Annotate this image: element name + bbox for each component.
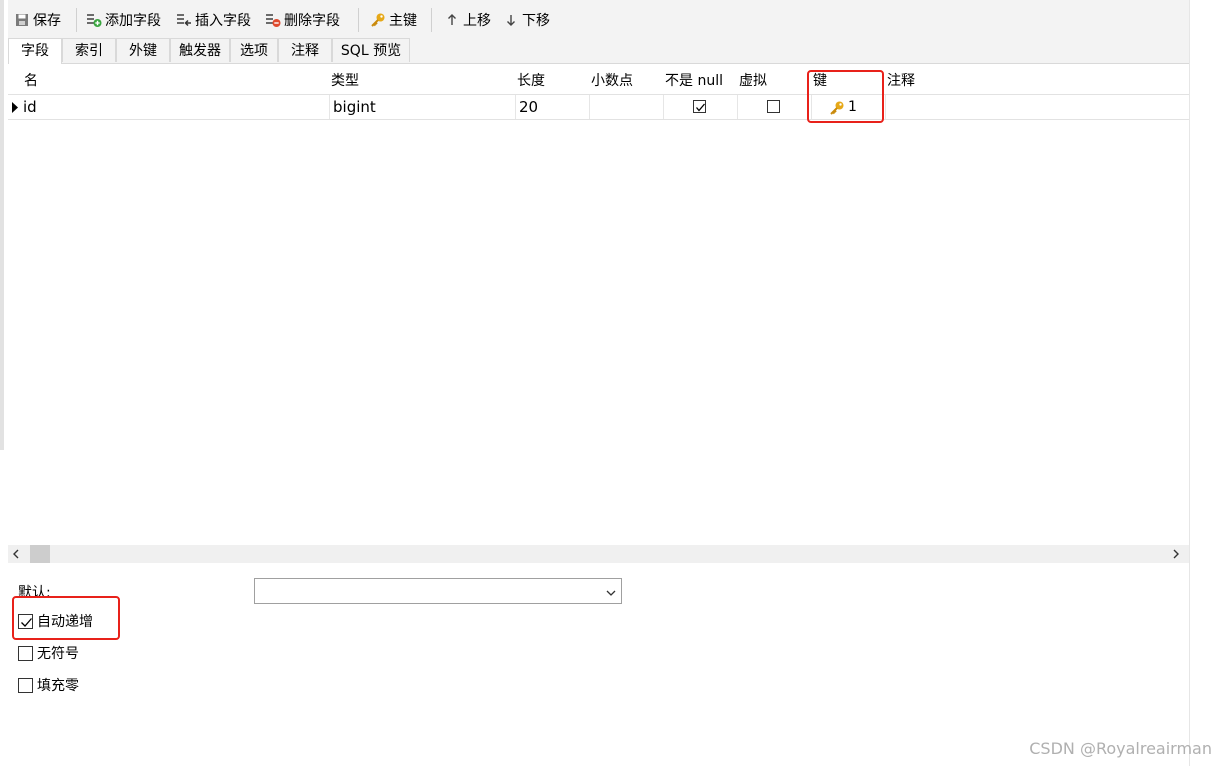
move-up-button[interactable]: 上移 — [444, 9, 491, 31]
add-field-button[interactable]: 添加字段 — [86, 9, 161, 31]
delete-field-icon — [265, 12, 281, 28]
tab-triggers[interactable]: 触发器 — [170, 38, 230, 62]
tab-indexes[interactable]: 索引 — [62, 38, 116, 62]
table-row[interactable]: id bigint 20 1 — [8, 94, 1189, 120]
move-down-button[interactable]: 下移 — [503, 9, 550, 31]
cell-name[interactable]: id — [20, 95, 329, 119]
zerofill-option[interactable]: 填充零 — [18, 676, 79, 694]
move-up-label: 上移 — [463, 13, 491, 29]
tab-foreign-keys[interactable]: 外键 — [116, 38, 170, 62]
field-options-panel: 默认: 自动递增 无符号 填充零 — [8, 568, 1189, 766]
insert-field-icon — [176, 12, 192, 28]
horizontal-scrollbar[interactable] — [8, 545, 1189, 563]
zerofill-checkbox[interactable] — [18, 677, 33, 693]
cell-type[interactable]: bigint — [329, 95, 515, 119]
virtual-checkbox[interactable] — [767, 100, 780, 113]
fields-grid: 名 类型 长度 小数点 不是 null 虚拟 键 注释 id bigint 20… — [8, 64, 1189, 545]
tab-bar: 字段 索引 外键 触发器 选项 注释 SQL 预览 — [8, 38, 1189, 64]
cell-decimals[interactable] — [589, 95, 663, 119]
scroll-right-icon[interactable] — [1171, 547, 1181, 565]
right-margin — [1189, 0, 1226, 766]
scroll-left-icon[interactable] — [11, 547, 21, 565]
highlight-key-column — [807, 70, 884, 123]
add-field-icon — [86, 12, 102, 28]
cell-not-null[interactable] — [663, 95, 737, 119]
save-button[interactable]: 保存 — [14, 9, 61, 31]
watermark: CSDN @Royalreairman — [1029, 739, 1212, 758]
highlight-auto-increment — [12, 596, 120, 640]
cell-virtual[interactable] — [737, 95, 811, 119]
zerofill-label: 填充零 — [37, 678, 79, 694]
column-header-virtual[interactable]: 虚拟 — [739, 70, 767, 90]
not-null-checkbox[interactable] — [693, 100, 706, 113]
save-icon — [14, 12, 30, 28]
column-header-length[interactable]: 长度 — [517, 70, 545, 90]
arrow-down-icon — [503, 12, 519, 28]
add-field-label: 添加字段 — [105, 13, 161, 29]
tab-options[interactable]: 选项 — [230, 38, 278, 62]
cell-length[interactable]: 20 — [515, 95, 589, 119]
toolbar-separator — [76, 8, 77, 32]
insert-field-button[interactable]: 插入字段 — [176, 9, 251, 31]
cell-comment[interactable] — [885, 95, 1189, 119]
unsigned-option[interactable]: 无符号 — [18, 644, 79, 662]
chevron-down-icon[interactable] — [605, 586, 617, 602]
left-edge — [0, 0, 4, 450]
tab-comment[interactable]: 注释 — [278, 38, 332, 62]
key-icon — [370, 12, 386, 28]
toolbar-separator — [431, 8, 432, 32]
column-header-decimals[interactable]: 小数点 — [591, 70, 633, 90]
toolbar: 保存 添加字段 插入字段 删除字段 主键 上移 下移 — [8, 0, 1189, 38]
primary-key-button[interactable]: 主键 — [370, 9, 417, 31]
save-label: 保存 — [33, 13, 61, 29]
column-header-not-null[interactable]: 不是 null — [665, 70, 723, 90]
delete-field-label: 删除字段 — [284, 13, 340, 29]
scrollbar-thumb[interactable] — [30, 545, 50, 563]
arrow-up-icon — [444, 12, 460, 28]
unsigned-label: 无符号 — [37, 646, 79, 662]
delete-field-button[interactable]: 删除字段 — [265, 9, 340, 31]
row-indicator-icon — [12, 101, 18, 117]
move-down-label: 下移 — [522, 13, 550, 29]
column-header-comment[interactable]: 注释 — [887, 70, 915, 90]
toolbar-separator — [358, 8, 359, 32]
default-select[interactable] — [254, 578, 622, 604]
column-header-name[interactable]: 名 — [24, 70, 38, 90]
tab-sql-preview[interactable]: SQL 预览 — [332, 38, 410, 62]
unsigned-checkbox[interactable] — [18, 645, 33, 661]
primary-key-label: 主键 — [389, 13, 417, 29]
insert-field-label: 插入字段 — [195, 13, 251, 29]
tab-fields[interactable]: 字段 — [8, 38, 62, 64]
column-header-type[interactable]: 类型 — [331, 70, 359, 90]
